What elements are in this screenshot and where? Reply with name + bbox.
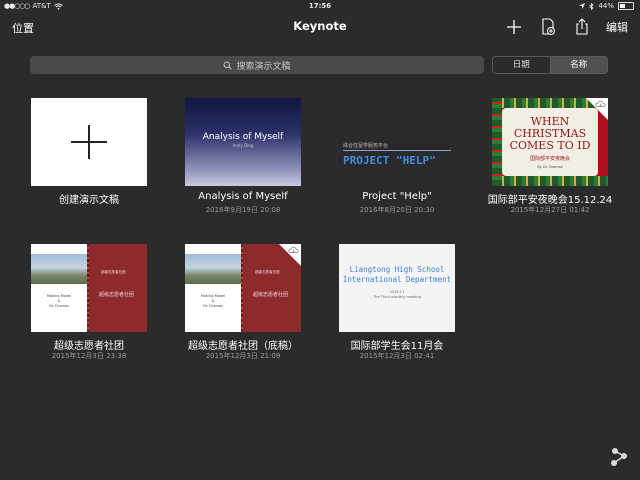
thumb-subtitle: 综合性留学服务平台 xyxy=(343,143,389,149)
nav-actions: 编辑 xyxy=(504,17,628,37)
thumb-title-line: Liangtong High School xyxy=(349,265,445,274)
status-time: 17:56 xyxy=(308,2,332,10)
document-date: 2015年12月3日 02:41 xyxy=(359,352,435,360)
thumb-caption: Making Model & Dr. Dramas xyxy=(31,294,87,309)
battery-icon xyxy=(618,2,634,10)
thumb-cover xyxy=(87,244,147,332)
thumb-cover-title: 超级志愿者社团 xyxy=(253,292,289,298)
thumb-photo xyxy=(185,254,241,284)
document-thumbnail[interactable]: WHEN CHRISTMAS COMES TO ID 国际部平安夜晚会 By D… xyxy=(492,98,608,186)
new-doc-icon[interactable] xyxy=(538,17,558,37)
bluetooth-icon xyxy=(589,2,595,10)
location-icon xyxy=(579,3,586,9)
thumb-caption-line: Dr. Dramas xyxy=(203,304,223,308)
thumb-caption: Making Model & Dr. Dramas xyxy=(185,294,241,309)
thumb-left-page: Making Model & Dr. Dramas xyxy=(31,244,87,332)
create-plus-icon-stem xyxy=(88,125,90,159)
document-name: 国际部学生会11月会 xyxy=(350,341,444,352)
garland-right xyxy=(492,98,502,186)
document-date: 2015年12月27日 01:42 xyxy=(510,206,590,214)
document-name: 创建演示文稿 xyxy=(59,195,119,206)
search-icon xyxy=(223,61,233,70)
thumb-spine xyxy=(241,244,243,332)
thumb-photo xyxy=(31,254,87,284)
thumb-left-page: Making Model & Dr. Dramas xyxy=(185,244,241,332)
cloud-download-icon xyxy=(595,100,606,107)
document-thumbnail[interactable]: Analysis of Myself Andy Ding xyxy=(185,98,301,186)
create-thumbnail[interactable] xyxy=(31,98,147,186)
share-icon[interactable] xyxy=(572,17,592,37)
thumb-cover-title: 超级志愿者社团 xyxy=(99,292,135,298)
status-bar: ●●○○○ AT&T 17:56 44% xyxy=(0,0,640,12)
thumb-cover-small: 超级志愿者社团 xyxy=(101,270,126,274)
garland-bottom xyxy=(492,176,608,186)
thumb-rule xyxy=(343,150,451,151)
thumb-title: PROJECT "HELP" xyxy=(343,154,436,167)
document-date: 2016年8月20日 20:30 xyxy=(359,206,435,214)
thumb-subtitle: 2015.11 The Third monthly meeting xyxy=(339,290,455,300)
document-name: 国际部平安夜晚会15.12.24 xyxy=(487,195,613,206)
battery-percent: 44% xyxy=(598,2,614,10)
thumb-spine xyxy=(87,244,89,332)
search-placeholder: 搜索演示文稿 xyxy=(236,61,291,72)
document-thumbnail[interactable]: Liangtong High School International Depa… xyxy=(339,244,455,332)
thumb-byline: By Dr. Dramas xyxy=(537,165,563,169)
thumb-subtitle: Andy Ding xyxy=(232,143,254,148)
thumb-cover-small: 超级志愿者社团 xyxy=(255,270,280,274)
watermark-logo-icon xyxy=(611,448,627,466)
thumb-title: Liangtong High School International Depa… xyxy=(339,265,455,285)
thumb-caption-line: Dr. Dramas xyxy=(49,304,69,308)
document-thumbnail[interactable]: Making Model & Dr. Dramas 超级志愿者社团 超级志愿者社… xyxy=(185,244,301,332)
document-date: 2015年12月3日 21:09 xyxy=(205,352,281,360)
sort-control: 日期 名称 xyxy=(492,56,608,74)
document-date: 2015年12月3日 23:38 xyxy=(51,352,127,360)
nav-bar: 位置 Keynote 编辑 xyxy=(0,12,640,42)
document-name: Project "Help" xyxy=(362,191,432,202)
thumb-title: WHEN CHRISTMAS COMES TO ID xyxy=(502,116,598,152)
thumb-title-line: International Department xyxy=(342,275,452,284)
thumb-title: Analysis of Myself xyxy=(202,132,284,142)
edit-button[interactable]: 编辑 xyxy=(606,19,628,35)
thumb-card: WHEN CHRISTMAS COMES TO ID 国际部平安夜晚会 By D… xyxy=(502,108,598,176)
thumb-subtitle-line: The Third monthly meeting xyxy=(373,295,421,299)
status-right: 44% xyxy=(579,2,634,10)
document-thumbnail[interactable]: 综合性留学服务平台 PROJECT "HELP" xyxy=(339,98,455,186)
cloud-download-icon xyxy=(288,246,299,253)
battery-fill xyxy=(620,4,625,8)
document-name: Analysis of Myself xyxy=(198,191,288,202)
document-name: 超级志愿者社团（底稿） xyxy=(188,341,298,352)
sort-by-date[interactable]: 日期 xyxy=(493,57,550,73)
thumb-subtitle: 国际部平安夜晚会 xyxy=(529,156,570,162)
document-name: 超级志愿者社团 xyxy=(54,341,124,352)
plus-icon[interactable] xyxy=(504,17,524,37)
sort-by-name[interactable]: 名称 xyxy=(550,57,607,73)
search-field[interactable]: 搜索演示文稿 xyxy=(30,56,484,74)
document-thumbnail[interactable]: Making Model & Dr. Dramas 超级志愿者社团 超级志愿者社… xyxy=(31,244,147,332)
document-date: 2016年9月19日 20:08 xyxy=(205,206,281,214)
thumb-title-line: COMES TO ID xyxy=(509,139,591,152)
